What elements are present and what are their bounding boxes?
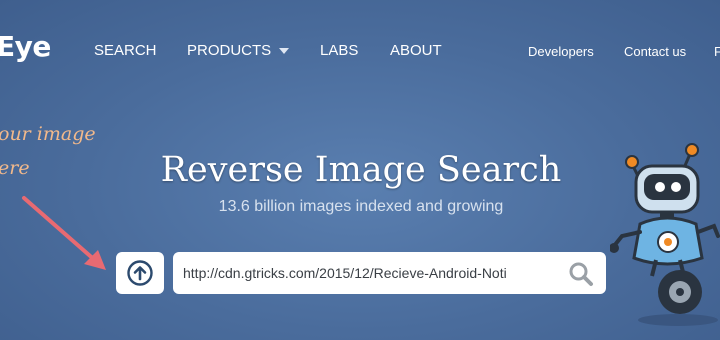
- upload-image-button[interactable]: [116, 252, 164, 294]
- search-box: [173, 252, 606, 294]
- magnifier-icon: [569, 262, 593, 286]
- upload-arrow-icon: [127, 260, 153, 286]
- robot-mascot: [610, 143, 720, 326]
- search-button[interactable]: [568, 261, 594, 287]
- search-input[interactable]: [183, 262, 553, 284]
